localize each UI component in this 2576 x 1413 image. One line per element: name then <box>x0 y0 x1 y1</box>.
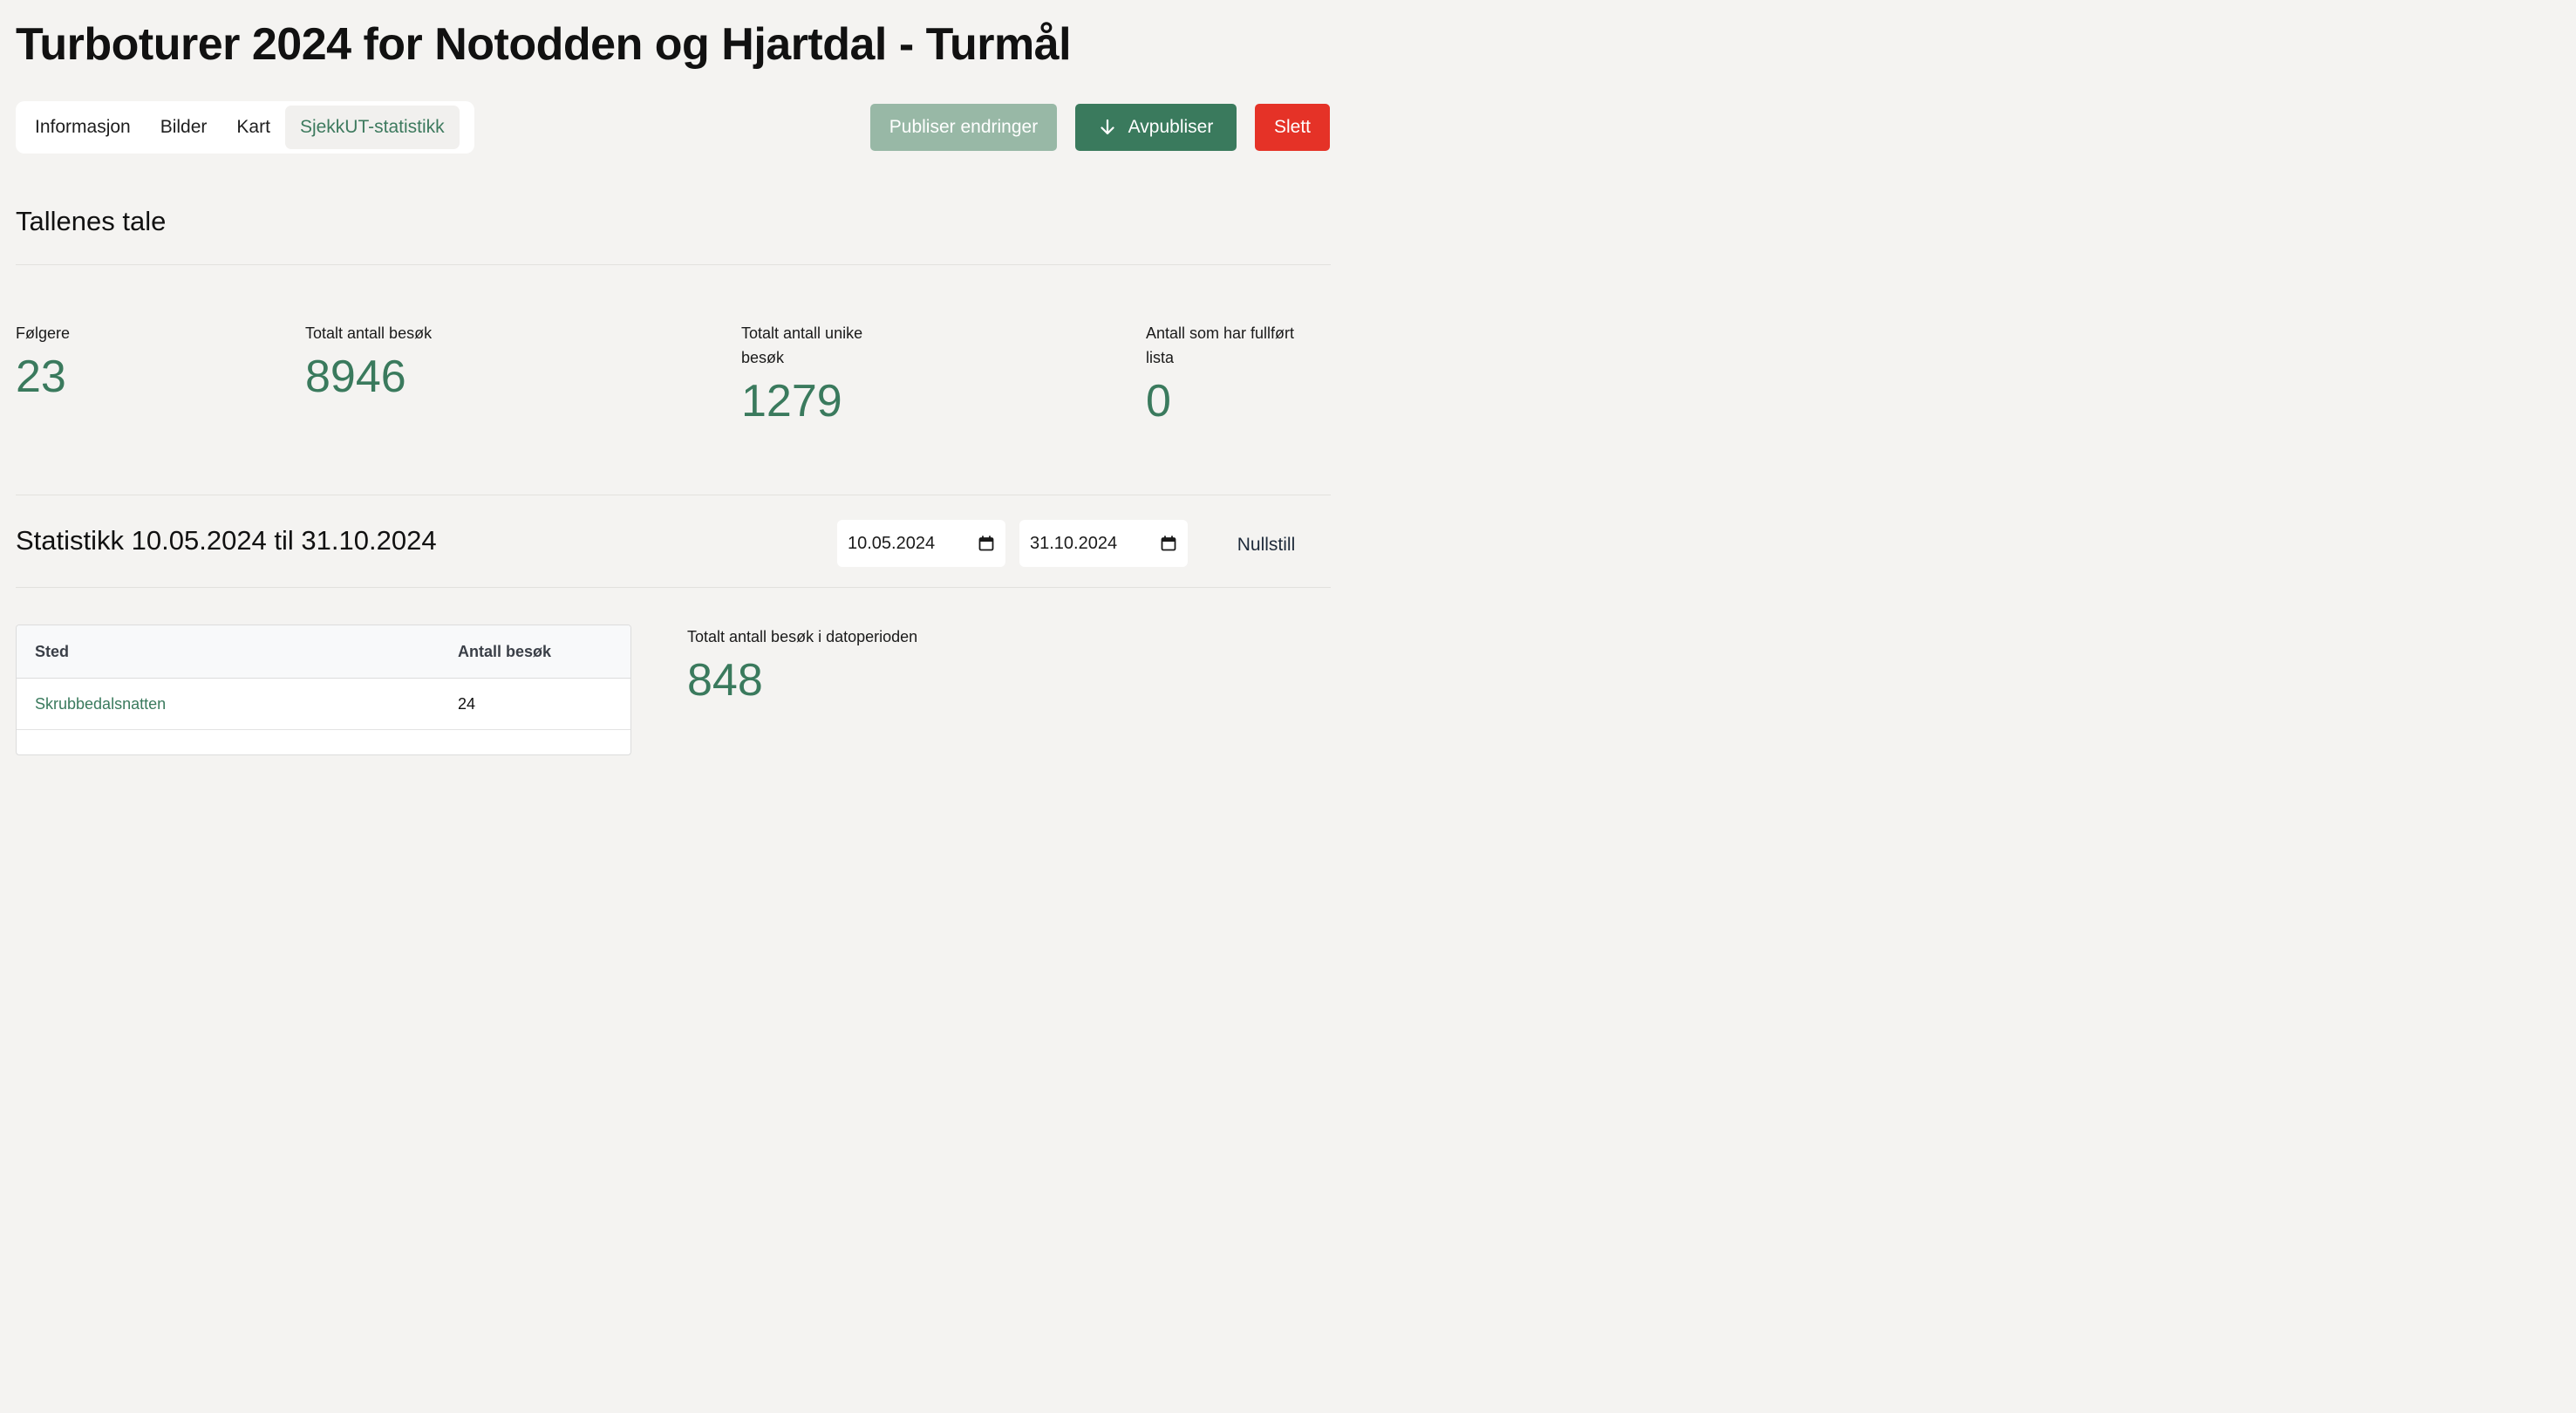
stat-followers: Følgere 23 <box>16 321 234 405</box>
tab-bilder[interactable]: Bilder <box>146 106 222 149</box>
unpublish-button[interactable]: Avpubliser <box>1075 104 1237 151</box>
overview-heading: Tallenes tale <box>16 206 167 236</box>
table-header: Sted Antall besøk <box>17 625 630 679</box>
calendar-icon[interactable] <box>978 535 995 552</box>
stat-label: Totalt antall unike besøk <box>741 324 863 366</box>
stat-total-visits: Totalt antall besøk 8946 <box>305 321 523 405</box>
reset-button[interactable]: Nullstill <box>1221 530 1312 560</box>
to-date-value: 31.10.2024 <box>1030 533 1118 553</box>
period-total-label: Totalt antall besøk i datoperioden <box>687 628 918 645</box>
unpublish-label: Avpubliser <box>1128 117 1214 137</box>
page-title: Turboturer 2024 for Notodden og Hjartdal… <box>16 19 1072 70</box>
period-heading: Statistikk 10.05.2024 til 31.10.2024 <box>16 525 437 556</box>
period-total: Totalt antall besøk i datoperioden 848 <box>687 625 1123 708</box>
column-header-place[interactable]: Sted <box>35 625 69 678</box>
period-total-value: 848 <box>687 655 763 706</box>
tab-bar: Informasjon Bilder Kart SjekkUT-statisti… <box>16 101 474 154</box>
from-date-input[interactable]: 10.05.2024 <box>837 520 1005 567</box>
publish-changes-label: Publiser endringer <box>889 117 1039 137</box>
stat-label: Følgere <box>16 324 71 342</box>
stat-value: 8946 <box>305 352 406 402</box>
tab-informasjon[interactable]: Informasjon <box>20 106 146 149</box>
place-link[interactable]: Skrubbedalsnatten <box>35 679 166 729</box>
delete-label: Slett <box>1273 117 1312 137</box>
stat-unique-visits: Totalt antall unike besøk 1279 <box>741 321 894 429</box>
from-date-value: 10.05.2024 <box>848 533 936 553</box>
stat-completed-list: Antall som har fullført lista 0 <box>1146 321 1320 429</box>
column-header-visits[interactable]: Antall besøk <box>458 625 551 678</box>
visits-table: Sted Antall besøk Skrubbedalsnatten 24 <box>16 625 631 755</box>
stat-value: 23 <box>16 352 66 402</box>
stat-value: 0 <box>1146 376 1171 427</box>
publish-changes-button[interactable]: Publiser endringer <box>870 104 1057 151</box>
table-row-partial <box>17 730 630 754</box>
tab-kart[interactable]: Kart <box>221 106 285 149</box>
stat-label: Totalt antall besøk <box>305 324 433 342</box>
page: Turboturer 2024 for Notodden og Hjartdal… <box>0 0 1367 755</box>
delete-button[interactable]: Slett <box>1255 104 1330 151</box>
tab-sjekkut-statistikk[interactable]: SjekkUT-statistikk <box>284 106 460 149</box>
calendar-icon[interactable] <box>1160 535 1177 552</box>
visits-count: 24 <box>458 695 476 713</box>
stat-value: 1279 <box>741 376 842 427</box>
to-date-input[interactable]: 31.10.2024 <box>1019 520 1188 567</box>
arrow-down-icon <box>1101 119 1114 135</box>
stat-label: Antall som har fullført lista <box>1146 324 1295 366</box>
table-row: Skrubbedalsnatten 24 <box>17 679 630 730</box>
divider <box>16 264 1331 265</box>
divider <box>16 587 1331 588</box>
